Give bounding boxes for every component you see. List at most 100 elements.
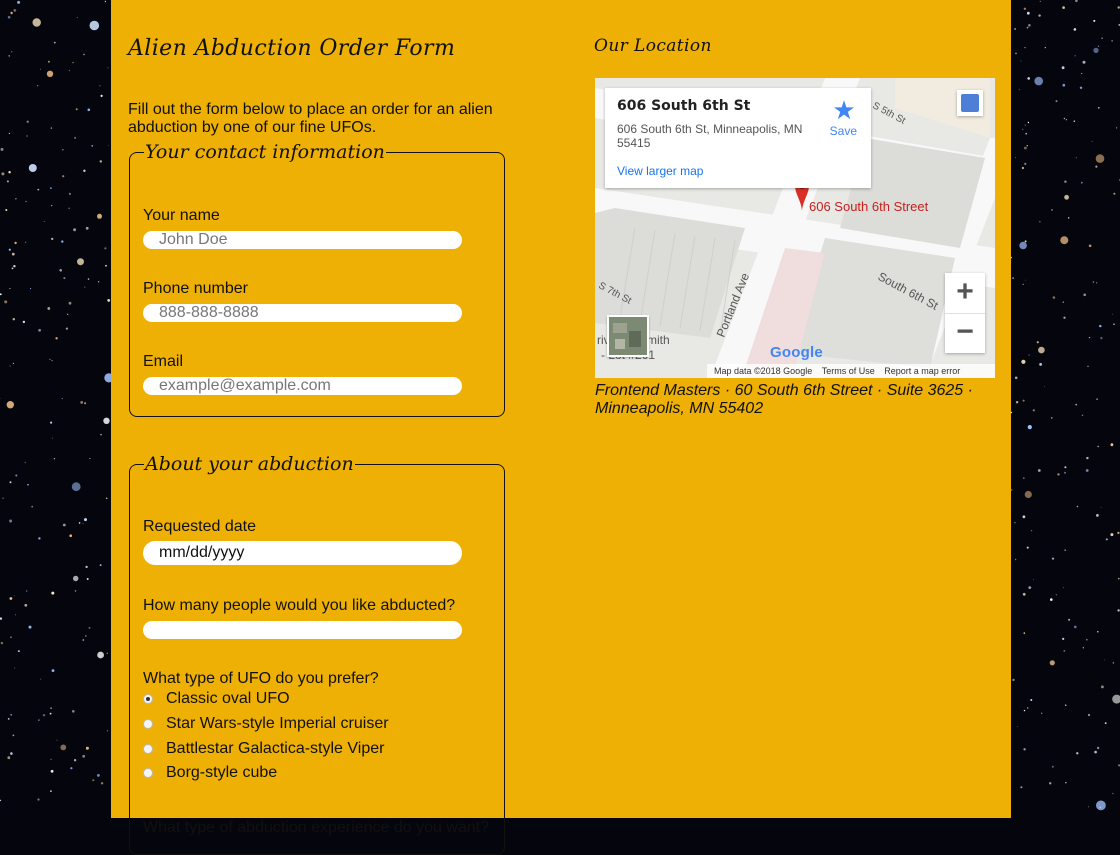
name-input[interactable] (143, 231, 462, 249)
star-dot (1101, 38, 1102, 39)
star-dot (107, 730, 108, 731)
star-dot (1093, 48, 1098, 53)
save-link[interactable]: Save (830, 124, 857, 138)
star-dot (15, 615, 16, 616)
star-dot (1101, 686, 1104, 689)
star-dot (8, 171, 10, 173)
satellite-toggle[interactable] (607, 315, 649, 357)
ufo-option-borg-cube[interactable]: Borg-style cube (143, 764, 277, 782)
star-dot (1020, 786, 1022, 788)
star-dot (107, 653, 108, 654)
satellite-thumbnail-icon (609, 317, 647, 355)
star-dot (82, 639, 84, 641)
star-dot (1112, 695, 1120, 704)
star-dot (50, 713, 52, 715)
place-info-card: 606 South 6th St 606 South 6th St, Minne… (605, 88, 871, 188)
star-dot (1021, 360, 1025, 364)
star-dot (31, 506, 33, 508)
view-larger-map-link[interactable]: View larger map (617, 164, 703, 178)
star-dot (26, 590, 28, 592)
star-icon[interactable]: ★ (829, 96, 859, 124)
star-dot (1095, 166, 1097, 168)
star-dot (1, 148, 4, 151)
star-dot (10, 636, 12, 638)
star-dot (1116, 127, 1117, 128)
star-dot (17, 1, 20, 4)
star-dot (1017, 726, 1018, 727)
star-dot (10, 752, 13, 755)
star-dot (10, 366, 11, 367)
star-dot (1111, 40, 1112, 41)
star-dot (83, 170, 85, 172)
star-dot (1083, 294, 1086, 297)
ufo-option-classic[interactable]: Classic oval UFO (143, 690, 290, 708)
ufo-option-viper[interactable]: Battlestar Galactica-style Viper (143, 740, 384, 758)
star-dot (1074, 626, 1077, 629)
star-dot (29, 626, 32, 629)
radio-button[interactable] (143, 694, 153, 704)
star-dot (1062, 66, 1065, 69)
report-map-error-link[interactable]: Report a map error (884, 366, 960, 376)
star-dot (1088, 714, 1090, 716)
star-dot (14, 242, 16, 244)
star-dot (30, 288, 31, 289)
ufo-option-label: Battlestar Galactica-style Viper (166, 740, 384, 758)
star-dot (52, 669, 55, 672)
embedded-map[interactable]: 606 South 6th St 606 South 6th St, Minne… (595, 78, 995, 378)
zoom-out-button[interactable]: − (945, 313, 985, 353)
date-input[interactable] (143, 541, 462, 565)
star-dot (82, 755, 85, 758)
star-dot (18, 650, 20, 652)
star-dot (100, 564, 102, 566)
star-dot (76, 108, 78, 110)
star-dot (2, 498, 3, 499)
star-dot (106, 498, 108, 500)
email-input[interactable] (143, 377, 462, 395)
star-dot (1028, 586, 1031, 589)
star-dot (74, 137, 76, 139)
star-dot (1025, 125, 1026, 126)
map-footer: Map data ©2018 Google Terms of Use Repor… (707, 364, 995, 378)
star-dot (37, 85, 38, 86)
star-dot (8, 718, 10, 720)
star-dot (1082, 415, 1083, 416)
star-dot (1052, 558, 1054, 560)
star-dot (50, 707, 52, 709)
star-dot (63, 277, 65, 279)
star-dot (1050, 598, 1053, 601)
zoom-in-button[interactable]: + (945, 273, 985, 314)
people-input[interactable] (143, 621, 462, 639)
star-dot (1027, 12, 1030, 15)
star-dot (1024, 710, 1025, 711)
star-dot (9, 55, 10, 56)
ufo-option-imperial-cruiser[interactable]: Star Wars-style Imperial cruiser (143, 715, 389, 733)
star-dot (89, 627, 91, 629)
star-dot (1063, 302, 1064, 303)
star-dot (0, 617, 2, 619)
star-dot (40, 69, 41, 70)
radio-button[interactable] (143, 744, 153, 754)
star-dot (1024, 47, 1025, 48)
terms-of-use-link[interactable]: Terms of Use (822, 366, 875, 376)
radio-button[interactable] (143, 768, 153, 778)
place-name: 606 South 6th St (617, 98, 859, 114)
star-dot (1117, 532, 1119, 534)
star-dot (51, 592, 54, 595)
star-dot (1040, 1, 1041, 2)
star-dot (44, 221, 45, 222)
star-dot (1104, 660, 1105, 661)
star-dot (1053, 296, 1056, 299)
star-dot (51, 205, 52, 206)
star-dot (11, 51, 12, 52)
street-view-pegman-icon[interactable] (957, 90, 983, 116)
star-dot (1021, 61, 1022, 62)
star-dot (1105, 722, 1107, 724)
ufo-label: What type of UFO do you prefer? (143, 670, 379, 688)
star-dot (1063, 587, 1064, 588)
radio-button[interactable] (143, 719, 153, 729)
star-dot (38, 719, 39, 720)
star-dot (1023, 515, 1026, 518)
star-dot (1039, 221, 1040, 222)
phone-input[interactable] (143, 304, 462, 322)
star-dot (1027, 707, 1029, 709)
